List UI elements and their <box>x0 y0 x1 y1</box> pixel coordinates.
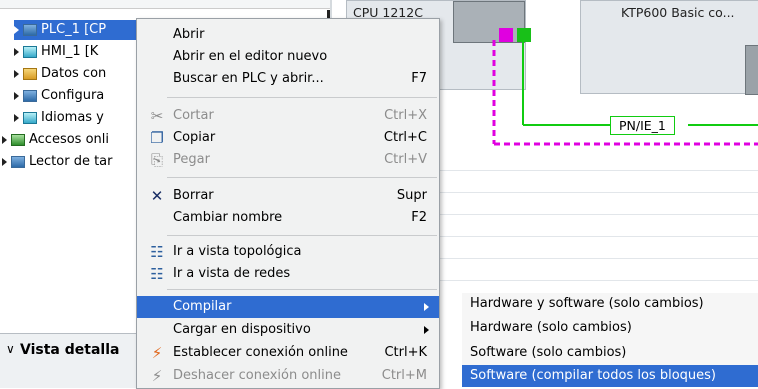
menu-item-go-online[interactable]: ⚡ Establecer conexión online Ctrl+K <box>137 342 439 364</box>
hmi-icon <box>23 45 37 58</box>
expand-arrow-icon[interactable] <box>14 47 19 56</box>
submenu-arrow-icon <box>424 303 429 311</box>
detail-view-title: Vista detalla <box>20 342 120 358</box>
tree-item-plc[interactable]: PLC_1 [CP <box>14 20 142 40</box>
tree-item-hmi[interactable]: HMI_1 [K <box>14 42 98 62</box>
paste-icon: ⎘ <box>150 151 163 169</box>
menu-item-go-offline[interactable]: ⚡ Deshacer conexión online Ctrl+M <box>137 365 439 387</box>
expand-arrow-icon[interactable] <box>2 135 7 144</box>
submenu-item-sw-rebuild-all[interactable]: Software (compilar todos los bloques) <box>462 365 758 387</box>
menu-item-download[interactable]: Cargar en dispositivo <box>137 319 439 341</box>
subnet-label[interactable]: PN/IE_1 <box>610 116 675 135</box>
data-folder-icon <box>23 67 37 80</box>
menu-item-paste[interactable]: ⎘ Pegar Ctrl+V <box>137 149 439 171</box>
network-view-icon: ☷ <box>150 265 164 283</box>
tree-item-online-access[interactable]: Accesos onli <box>2 130 109 150</box>
menu-item-search-in-plc[interactable]: Buscar en PLC y abrir... F7 <box>137 68 439 90</box>
menu-item-copy[interactable]: ❐ Copiar Ctrl+C <box>137 127 439 149</box>
context-menu: Abrir Abrir en el editor nuevo Buscar en… <box>136 18 440 389</box>
go-online-icon: ⚡ <box>151 344 163 362</box>
languages-icon <box>23 111 37 124</box>
topology-view-icon: ☷ <box>150 243 164 261</box>
tree-item-data[interactable]: Datos con <box>14 64 106 84</box>
go-offline-icon: ⚡ <box>151 367 163 385</box>
menu-item-rename[interactable]: Cambiar nombre F2 <box>137 207 439 229</box>
chevron-down-icon[interactable]: ∨ <box>6 342 18 356</box>
online-access-icon <box>11 133 25 146</box>
submenu-arrow-icon <box>424 326 429 334</box>
tree-item-card-reader[interactable]: Lector de tar <box>2 152 112 172</box>
plc-icon <box>23 23 37 36</box>
menu-item-cut[interactable]: ✂ Cortar Ctrl+X <box>137 105 439 127</box>
menu-item-open-new-editor[interactable]: Abrir en el editor nuevo <box>137 46 439 68</box>
scissors-icon: ✂ <box>150 107 164 125</box>
expand-arrow-icon[interactable] <box>14 69 19 78</box>
card-reader-icon <box>11 155 25 168</box>
menu-item-topology-view[interactable]: ☷ Ir a vista topológica <box>137 241 439 263</box>
expand-arrow-icon[interactable] <box>2 157 7 166</box>
menu-item-open[interactable]: Abrir <box>137 24 439 46</box>
tree-item-languages[interactable]: Idiomas y <box>14 108 104 128</box>
menu-item-delete[interactable]: ✕ Borrar Supr <box>137 185 439 207</box>
menu-item-network-view[interactable]: ☷ Ir a vista de redes <box>137 263 439 285</box>
copy-icon: ❐ <box>150 129 164 147</box>
expand-arrow-icon[interactable] <box>14 113 19 122</box>
compile-submenu: Hardware y software (solo cambios) Hardw… <box>462 293 758 387</box>
submenu-item-sw-changes[interactable]: Software (solo cambios) <box>462 342 758 364</box>
submenu-item-hw-changes[interactable]: Hardware (solo cambios) <box>462 317 758 339</box>
expand-arrow-icon[interactable] <box>14 25 19 34</box>
submenu-item-hw-sw-changes[interactable]: Hardware y software (solo cambios) <box>462 293 758 315</box>
tree-top-row-clipped <box>0 0 332 9</box>
tree-item-config[interactable]: Configura <box>14 86 104 106</box>
expand-arrow-icon[interactable] <box>14 91 19 100</box>
delete-x-icon: ✕ <box>150 187 164 205</box>
menu-item-compile[interactable]: Compilar <box>137 296 439 318</box>
config-icon <box>23 89 37 102</box>
